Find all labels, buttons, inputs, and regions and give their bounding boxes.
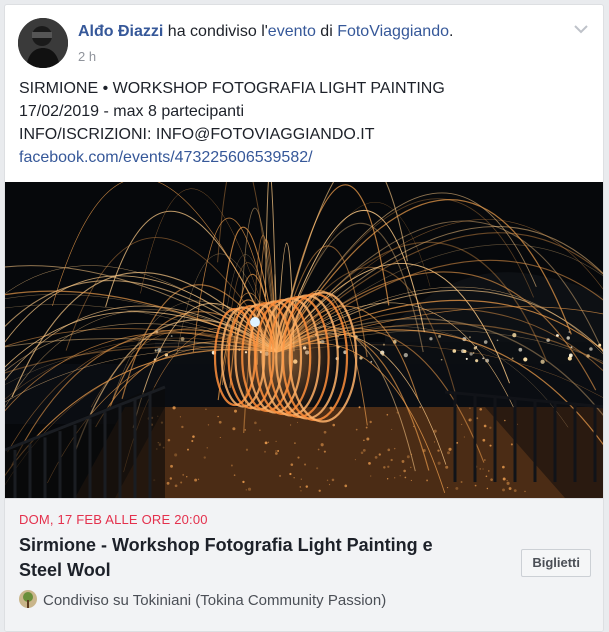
author-name[interactable]: Alđo Điazzi xyxy=(78,23,163,40)
of-text: di xyxy=(315,23,338,40)
post-header: Alđo Điazzi ha condiviso l'evento di Fot… xyxy=(18,18,593,68)
avatar[interactable] xyxy=(18,18,68,68)
post-text-line: SIRMIONE • WORKSHOP FOTOGRAFIA LIGHT PAI… xyxy=(19,80,445,97)
period: . xyxy=(448,23,454,40)
post-text-line: 17/02/2019 - max 8 partecipanti xyxy=(19,103,245,120)
event-title[interactable]: Sirmione - Workshop Fotografia Light Pai… xyxy=(19,533,469,583)
event-date: DOM, 17 FEB ALLE ORE 20:00 xyxy=(19,512,208,527)
event-link[interactable]: evento xyxy=(268,23,316,40)
post-timestamp[interactable]: 2 h xyxy=(78,49,96,64)
page-link[interactable]: FotoViaggiando xyxy=(337,23,449,40)
feed-post: Alđo Điazzi ha condiviso l'evento di Fot… xyxy=(4,4,604,632)
tickets-button[interactable]: Biglietti xyxy=(521,549,591,577)
post-text-line: INFO/ISCRIZIONI: INFO@FOTOVIAGGIANDO.IT xyxy=(19,126,375,143)
shared-in: Condiviso su Tokiniani (Tokina Community… xyxy=(19,590,386,609)
group-icon xyxy=(19,590,37,608)
post-attribution: Alđo Điazzi ha condiviso l'evento di Fot… xyxy=(78,23,453,41)
chevron-down-icon[interactable] xyxy=(571,22,591,36)
event-photo[interactable] xyxy=(5,182,603,498)
post-text: SIRMIONE • WORKSHOP FOTOGRAFIA LIGHT PAI… xyxy=(19,77,589,169)
shared-in-text[interactable]: Condiviso su Tokiniani (Tokina Community… xyxy=(43,592,386,609)
event-card[interactable]: DOM, 17 FEB ALLE ORE 20:00 Sirmione - Wo… xyxy=(5,498,603,631)
post-link[interactable]: facebook.com/events/473225606539582/ xyxy=(19,146,589,169)
shared-text: ha condiviso l' xyxy=(167,23,268,40)
